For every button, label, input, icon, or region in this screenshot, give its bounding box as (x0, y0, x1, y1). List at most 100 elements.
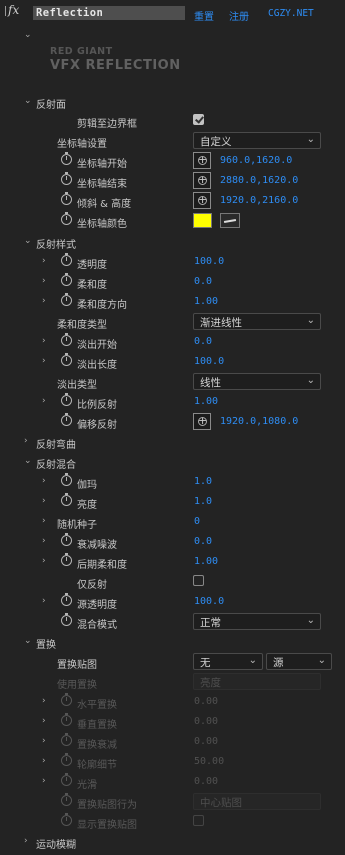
param-value[interactable]: 1.00 (194, 556, 218, 567)
chevron-right-icon[interactable]: › (42, 337, 50, 346)
stopwatch-icon[interactable] (61, 152, 72, 165)
effect-name[interactable]: Reflection (33, 6, 185, 20)
section-reflection-bend[interactable]: › 反射弯曲 (0, 432, 345, 452)
param-h-disp: › 水平置换 0.00 (0, 692, 345, 712)
chevron-right-icon[interactable]: › (42, 277, 50, 286)
soft-type-select[interactable]: 渐进线性 ⌄ (193, 313, 321, 330)
stopwatch-icon[interactable] (61, 593, 72, 606)
crosshair-icon[interactable] (193, 413, 211, 430)
section-reflection-style[interactable]: ⌄ 反射样式 (0, 232, 345, 252)
chevron-right-icon: › (42, 736, 46, 746)
chevron-right-icon[interactable]: › (42, 397, 50, 406)
chevron-right-icon[interactable]: › (42, 497, 50, 506)
eyedropper-icon[interactable] (220, 213, 240, 228)
clip-checkbox[interactable] (193, 114, 204, 125)
param-label: 置换衰减 (77, 740, 117, 751)
stopwatch-icon[interactable] (61, 353, 72, 366)
param-label: 后期柔和度 (77, 560, 127, 571)
param-contour-detail: › 轮廓细节 50.00 (0, 752, 345, 772)
param-clip: 剪辑至边界框 (0, 111, 345, 131)
fx-icon[interactable]: fx (8, 3, 19, 17)
axis-settings-select[interactable]: 自定义 ⌄ (193, 132, 321, 149)
chevron-right-icon[interactable]: › (24, 837, 32, 846)
stopwatch-icon[interactable] (61, 333, 72, 346)
stopwatch-icon[interactable] (61, 473, 72, 486)
reflection-only-checkbox[interactable] (193, 575, 204, 586)
section-reflection-plane[interactable]: ⌄ 反射面 (0, 92, 345, 112)
chevron-right-icon[interactable]: › (42, 597, 50, 606)
chevron-down-icon[interactable]: ⌄ (24, 31, 32, 40)
param-value[interactable]: 0 (194, 516, 200, 527)
register-link[interactable]: 注册 (229, 8, 249, 23)
param-axis-start: 坐标轴开始 960.0,1620.0 (0, 151, 345, 171)
select-value: 渐进线性 (200, 317, 242, 329)
stopwatch-icon[interactable] (61, 212, 72, 225)
stopwatch-icon[interactable] (61, 172, 72, 185)
chevron-down-icon[interactable]: ⌄ (24, 637, 32, 646)
param-value[interactable]: 1920.0,1080.0 (220, 416, 298, 427)
param-gamma: › 伽玛 1.0 (0, 472, 345, 492)
stopwatch-icon[interactable] (61, 413, 72, 426)
param-label: 坐标轴结束 (77, 179, 127, 190)
param-value[interactable]: 0.0 (194, 536, 212, 547)
chevron-down-icon: ⌄ (306, 134, 315, 145)
site-link[interactable]: CGZY.NET (268, 8, 314, 19)
chevron-right-icon[interactable]: › (42, 517, 50, 526)
param-value[interactable]: 100.0 (194, 256, 224, 267)
section-displacement[interactable]: ⌄ 置换 (0, 632, 345, 652)
param-value[interactable]: 100.0 (194, 596, 224, 607)
chevron-right-icon: › (42, 776, 46, 786)
stopwatch-icon[interactable] (61, 273, 72, 286)
param-label: 柔和度方向 (77, 300, 127, 311)
stopwatch-icon[interactable] (61, 293, 72, 306)
select-value: 中心贴图 (200, 797, 242, 809)
chevron-right-icon[interactable]: › (24, 437, 32, 446)
chevron-right-icon[interactable]: › (42, 357, 50, 366)
disp-map-layer-select[interactable]: 无 ⌄ (193, 653, 263, 670)
map-behavior-select: 中心贴图 (193, 793, 321, 810)
chevron-right-icon[interactable]: › (42, 537, 50, 546)
stopwatch-icon[interactable] (61, 613, 72, 626)
stopwatch-icon[interactable] (61, 393, 72, 406)
stopwatch-icon[interactable] (61, 553, 72, 566)
section-motion-blur[interactable]: › 运动模糊 (0, 832, 345, 852)
chevron-down-icon[interactable]: ⌄ (24, 97, 32, 106)
param-value[interactable]: 0.0 (194, 276, 212, 287)
color-swatch[interactable] (193, 213, 212, 228)
chevron-right-icon[interactable]: › (42, 477, 50, 486)
stopwatch-icon (61, 793, 72, 806)
param-value[interactable]: 100.0 (194, 356, 224, 367)
fade-type-select[interactable]: 线性 ⌄ (193, 373, 321, 390)
param-disp-falloff: › 置换衰减 0.00 (0, 732, 345, 752)
param-label: 置换贴图行为 (77, 800, 137, 811)
blend-mode-select[interactable]: 正常 ⌄ (193, 613, 321, 630)
stopwatch-icon (61, 813, 72, 826)
param-value[interactable]: 1920.0,2160.0 (220, 195, 298, 206)
param-label: 淡出长度 (77, 360, 117, 371)
param-value[interactable]: 0.0 (194, 336, 212, 347)
stopwatch-icon[interactable] (61, 253, 72, 266)
param-value[interactable]: 1.00 (194, 296, 218, 307)
param-random-seed: › 随机种子 0 (0, 512, 345, 532)
param-label: 倾斜 & 高度 (77, 199, 132, 210)
param-value[interactable]: 960.0,1620.0 (220, 155, 292, 166)
chevron-right-icon[interactable]: › (42, 257, 50, 266)
crosshair-icon[interactable] (193, 172, 211, 189)
reset-link[interactable]: 重置 (194, 8, 214, 23)
param-value[interactable]: 1.0 (194, 496, 212, 507)
param-value[interactable]: 1.00 (194, 396, 218, 407)
param-value[interactable]: 1.0 (194, 476, 212, 487)
chevron-down-icon[interactable]: ⌄ (24, 237, 32, 246)
stopwatch-icon[interactable] (61, 192, 72, 205)
chevron-down-icon[interactable]: ⌄ (24, 457, 32, 466)
chevron-right-icon[interactable]: › (42, 557, 50, 566)
crosshair-icon[interactable] (193, 192, 211, 209)
stopwatch-icon[interactable] (61, 533, 72, 546)
chevron-right-icon[interactable]: › (42, 297, 50, 306)
param-blend-mode: 混合模式 正常 ⌄ (0, 612, 345, 632)
crosshair-icon[interactable] (193, 152, 211, 169)
param-value[interactable]: 2880.0,1620.0 (220, 175, 298, 186)
disp-map-source-select[interactable]: 源 ⌄ (266, 653, 332, 670)
stopwatch-icon[interactable] (61, 493, 72, 506)
section-reflection-blend[interactable]: ⌄ 反射混合 (0, 452, 345, 472)
